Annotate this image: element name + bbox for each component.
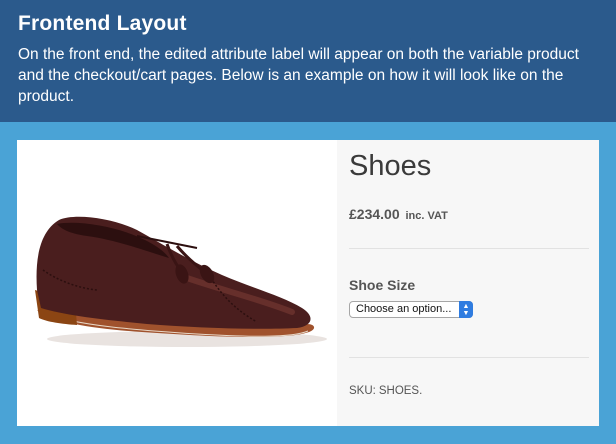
section-title: Frontend Layout xyxy=(18,12,187,35)
divider xyxy=(349,248,589,249)
price-suffix: inc. VAT xyxy=(405,210,448,222)
product-preview: Shoes £234.00 inc. VAT Shoe Size Choose … xyxy=(17,140,599,426)
intro-header: Frontend Layout On the front end, the ed… xyxy=(0,0,616,122)
attribute-label: Shoe Size xyxy=(349,277,416,293)
product-details: Shoes £234.00 inc. VAT Shoe Size Choose … xyxy=(337,140,599,426)
sku-label: SKU: xyxy=(349,385,376,397)
product-price: £234.00 inc. VAT xyxy=(349,206,448,222)
product-title: Shoes xyxy=(349,150,432,182)
shoe-size-select[interactable]: Choose an option... ▲ ▼ xyxy=(349,301,473,318)
section-description: On the front end, the edited attribute l… xyxy=(18,46,579,105)
product-image xyxy=(17,140,337,426)
shoe-image xyxy=(35,216,327,347)
sku-value: SHOES. xyxy=(378,385,423,397)
select-value: Choose an option... xyxy=(356,303,452,315)
select-arrows-icon: ▲ ▼ xyxy=(459,301,473,318)
divider xyxy=(349,357,589,358)
product-sku: SKU: SHOES. xyxy=(349,385,422,397)
price-amount: £234.00 xyxy=(349,206,400,222)
